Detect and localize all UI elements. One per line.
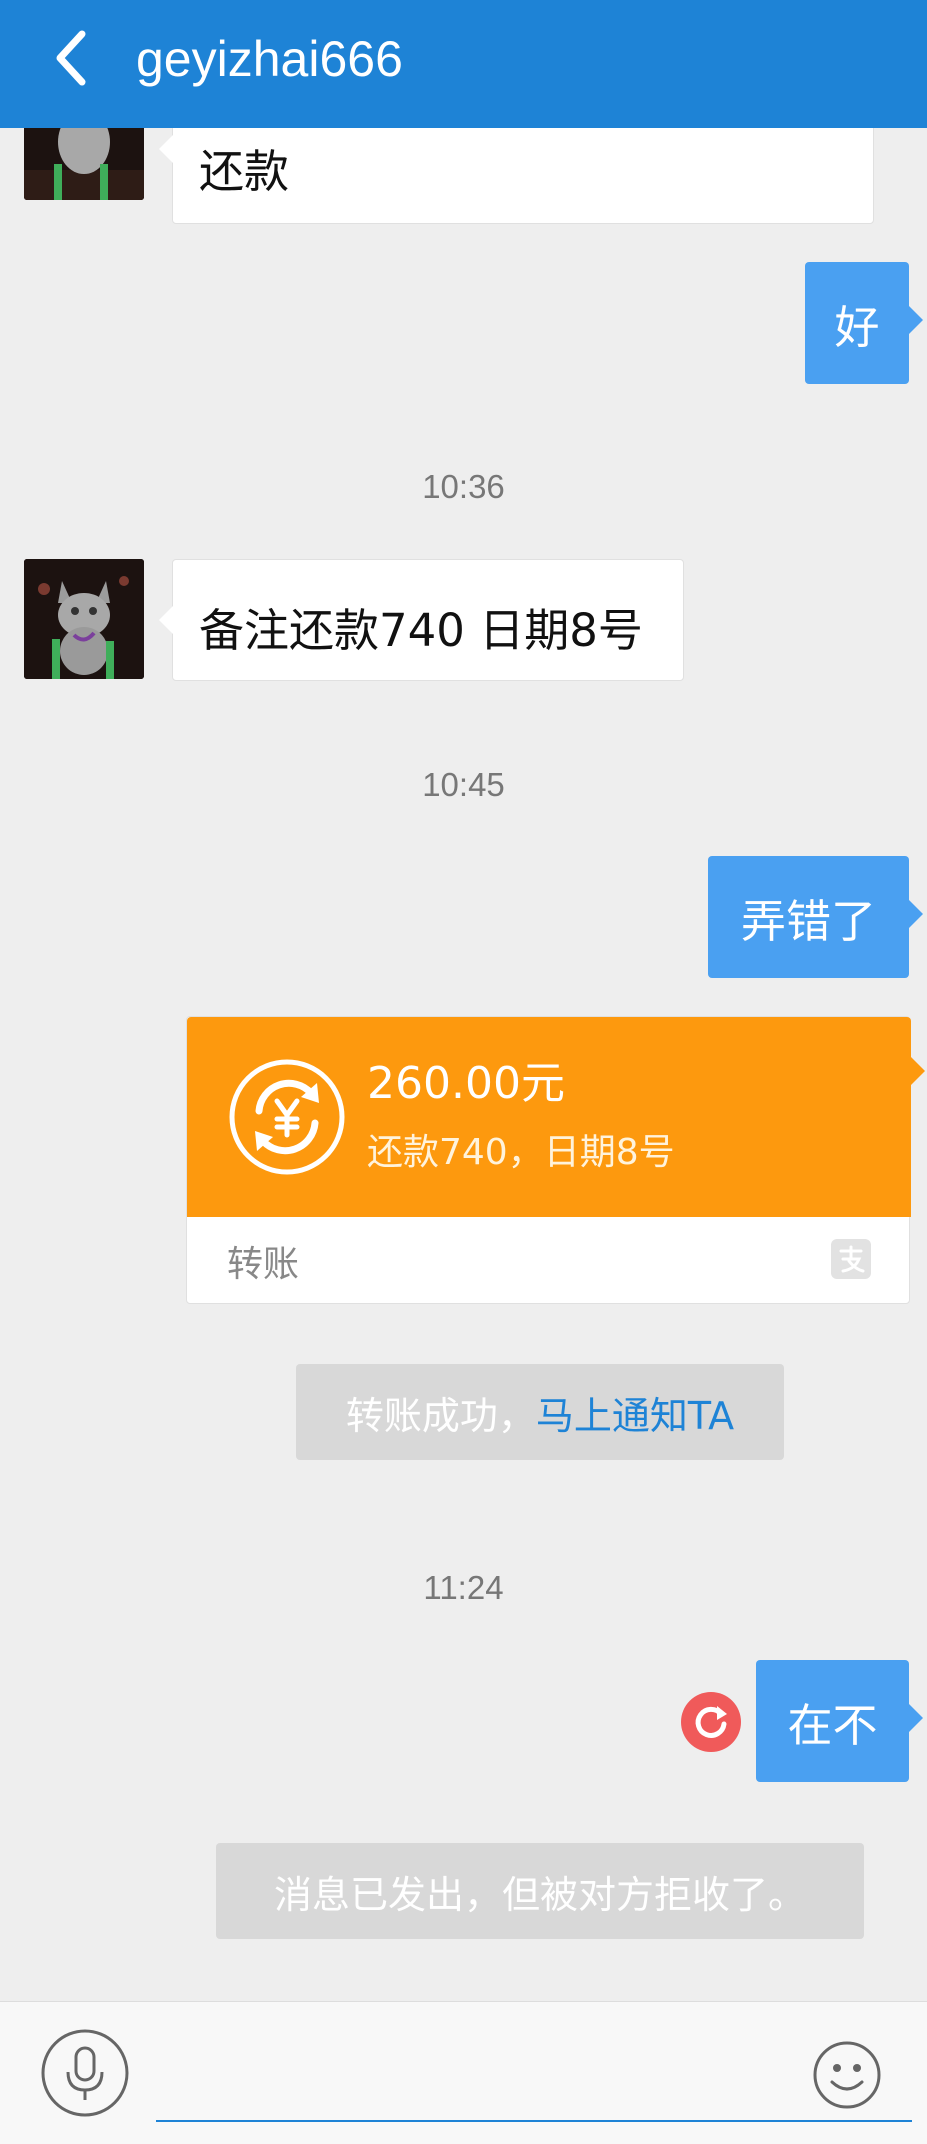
rejected-notice: 消息已发出，但被对方拒收了。 [216, 1843, 864, 1939]
chevron-left-icon [56, 30, 86, 86]
notify-link[interactable]: 马上通知TA [536, 1385, 734, 1440]
transfer-yuan-icon [229, 1059, 345, 1175]
contact-avatar[interactable] [24, 559, 144, 679]
message-bubble-sent[interactable]: 在不 [756, 1660, 923, 1782]
message-text: 好 [834, 300, 880, 354]
resend-icon [695, 1706, 727, 1738]
message-text: 备注还款740 日期8号 [199, 604, 643, 657]
transfer-label: 转账 [227, 1244, 300, 1285]
transfer-card-header: 260.00元 还款740，日期8号 [187, 1017, 925, 1217]
cat-avatar-image [24, 559, 144, 679]
transfer-success-notice: 转账成功， 马上通知TA [296, 1364, 784, 1460]
message-bubble-sent[interactable]: 弄错了 [708, 856, 923, 978]
timestamp: 10:45 [422, 766, 505, 803]
emoji-icon [813, 2041, 881, 2109]
transfer-success-text: 转账成功， [345, 1393, 536, 1438]
timestamp: 10:36 [422, 468, 505, 505]
message-text: 弄错了 [740, 894, 876, 948]
back-button[interactable] [48, 28, 98, 88]
message-text: 在不 [787, 1698, 878, 1752]
resend-button[interactable] [681, 1692, 741, 1752]
cat-avatar-image [24, 128, 144, 200]
transfer-note: 还款740，日期8号 [367, 1132, 675, 1173]
alipay-icon [831, 1239, 871, 1279]
timestamp: 11:24 [423, 1569, 504, 1606]
microphone-icon [41, 2029, 129, 2117]
transfer-amount: 260.00元 [367, 1058, 565, 1109]
chat-screen: geyizhai666 还款 好 10:36 备注还款740 日期8号 10:4… [0, 0, 927, 2144]
message-text: 还款 [199, 145, 290, 198]
contact-avatar[interactable] [24, 128, 144, 200]
transfer-card[interactable]: 260.00元 还款740，日期8号 转账 [186, 1016, 925, 1304]
message-input[interactable] [156, 2042, 912, 2122]
emoji-button[interactable] [812, 2040, 882, 2110]
message-list[interactable]: 还款 好 10:36 备注还款740 日期8号 10:45 弄错了 260.00… [0, 128, 927, 2001]
voice-button[interactable] [40, 2028, 130, 2118]
input-bar [0, 2001, 927, 2144]
message-bubble-sent[interactable]: 好 [805, 262, 923, 384]
chat-title: geyizhai666 [136, 31, 403, 87]
top-bar: geyizhai666 [0, 0, 927, 128]
message-bubble-partial[interactable]: 还款 [159, 128, 874, 224]
message-bubble-received[interactable]: 备注还款740 日期8号 [159, 559, 684, 681]
rejected-notice-text: 消息已发出，但被对方拒收了。 [273, 1872, 806, 1917]
